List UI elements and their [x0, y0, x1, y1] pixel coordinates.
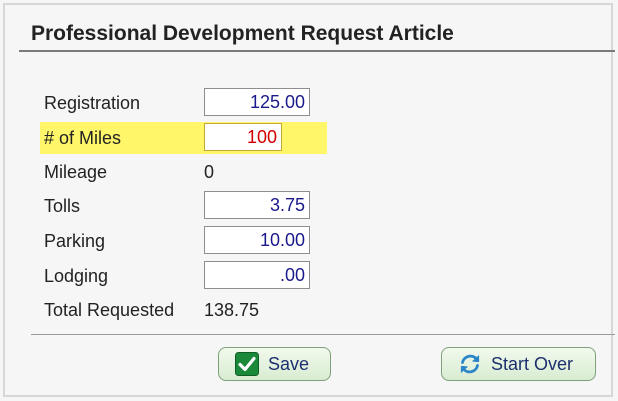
- mileage-row: Mileage 0: [5, 156, 615, 188]
- start-over-button[interactable]: Start Over: [441, 347, 596, 381]
- parking-field[interactable]: 10.00: [204, 226, 310, 254]
- mileage-value: 0: [204, 162, 215, 182]
- miles-label: # of Miles: [44, 128, 122, 148]
- lodging-field[interactable]: .00: [204, 261, 310, 289]
- tolls-label: Tolls: [44, 196, 81, 216]
- form-panel: Professional Development Request Article…: [3, 3, 615, 397]
- footer-divider: [31, 334, 615, 335]
- parking-label: Parking: [44, 231, 106, 251]
- refresh-icon: [458, 352, 482, 376]
- parking-row: Parking 10.00: [5, 225, 615, 257]
- registration-row: Registration 125.00: [5, 87, 615, 119]
- miles-row: # of Miles 100: [5, 122, 615, 154]
- checkmark-icon: [235, 352, 259, 376]
- lodging-label: Lodging: [44, 266, 109, 286]
- page-title: Professional Development Request Article: [31, 22, 454, 45]
- total-value: 138.75: [204, 300, 260, 320]
- tolls-row: Tolls 3.75: [5, 190, 615, 222]
- registration-label: Registration: [44, 93, 141, 113]
- total-label: Total Requested: [44, 300, 175, 320]
- mileage-label: Mileage: [44, 162, 108, 182]
- total-row: Total Requested 138.75: [5, 294, 615, 326]
- registration-field[interactable]: 125.00: [204, 88, 310, 116]
- save-button-label: Save: [268, 353, 310, 374]
- miles-field[interactable]: 100: [204, 123, 282, 151]
- title-divider: [19, 50, 615, 52]
- start-over-button-label: Start Over: [491, 353, 574, 374]
- save-button[interactable]: Save: [218, 347, 331, 381]
- tolls-field[interactable]: 3.75: [204, 191, 310, 219]
- lodging-row: Lodging .00: [5, 260, 615, 292]
